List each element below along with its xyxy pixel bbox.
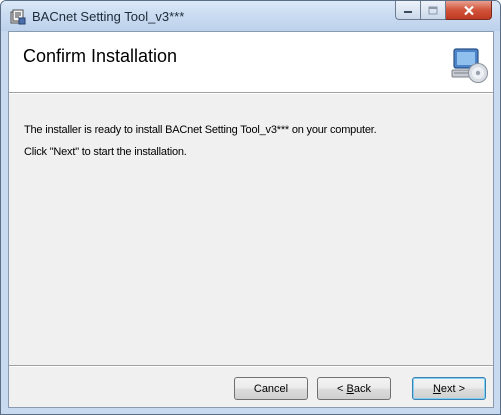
installer-app-icon bbox=[10, 9, 26, 25]
cancel-button[interactable]: Cancel bbox=[234, 377, 308, 400]
back-button-label: ack bbox=[353, 382, 371, 395]
back-button[interactable]: < Back bbox=[317, 377, 391, 400]
close-button[interactable] bbox=[446, 1, 492, 20]
dialog-client-area: Confirm Installation The installer is re… bbox=[8, 31, 494, 408]
back-button-prefix: < bbox=[337, 382, 347, 395]
back-button-accesskey: B bbox=[346, 382, 354, 395]
setup-computer-disc-icon bbox=[451, 48, 488, 83]
next-button-accesskey: N bbox=[432, 382, 441, 395]
minimize-icon bbox=[404, 11, 412, 13]
minimize-button[interactable] bbox=[395, 1, 421, 20]
title-bar[interactable]: BACnet Setting Tool_v3*** bbox=[1, 1, 500, 31]
header-banner: Confirm Installation bbox=[9, 32, 493, 93]
next-button-label: ext > bbox=[440, 382, 466, 395]
installer-window: BACnet Setting Tool_v3*** Confirm Instal… bbox=[0, 0, 501, 415]
footer-divider-highlight bbox=[9, 366, 493, 367]
window-title: BACnet Setting Tool_v3*** bbox=[32, 9, 185, 24]
maximize-button[interactable] bbox=[421, 1, 446, 20]
maximize-icon bbox=[428, 6, 438, 14]
cancel-button-label: Cancel bbox=[253, 382, 289, 395]
instruction-message: Click "Next" to start the installation. bbox=[24, 146, 187, 158]
ready-message: The installer is ready to install BACnet… bbox=[24, 124, 377, 136]
next-button[interactable]: Next > bbox=[412, 377, 486, 400]
close-icon bbox=[463, 5, 474, 15]
caption-buttons bbox=[395, 1, 492, 21]
page-title: Confirm Installation bbox=[23, 46, 178, 66]
banner-divider bbox=[9, 93, 493, 94]
